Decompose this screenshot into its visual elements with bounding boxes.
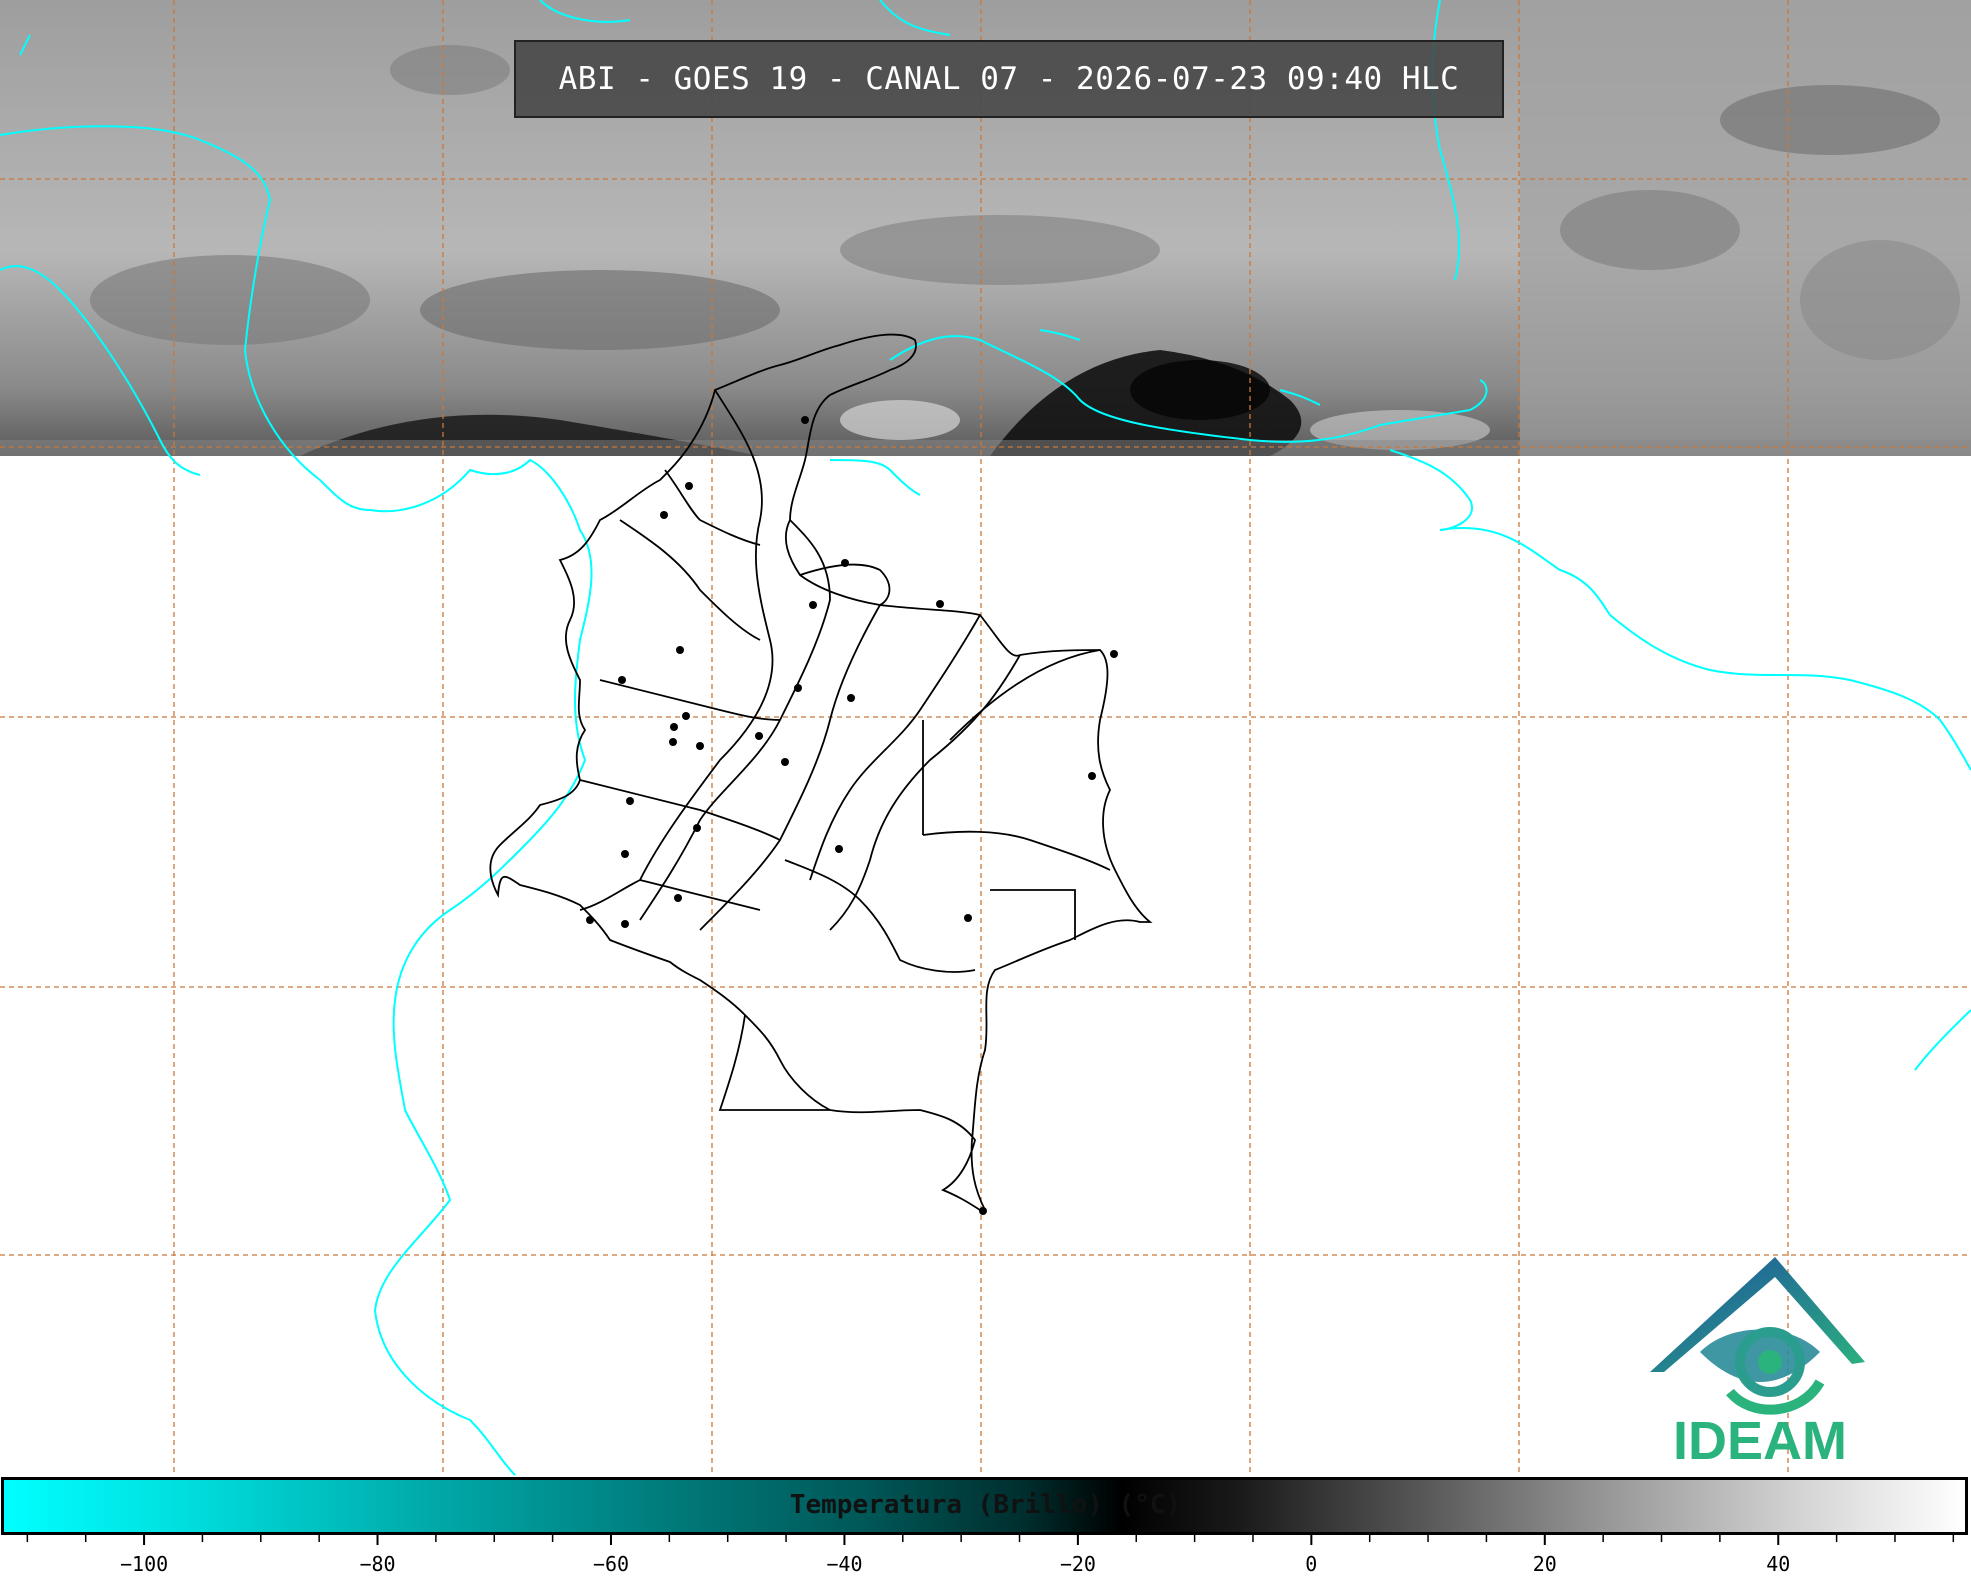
colorbar-tick-label: −40 [826,1552,862,1576]
image-title: ABI - GOES 19 - CANAL 07 - 2026-07-23 09… [514,40,1504,118]
colorbar-tick-label: 20 [1533,1552,1557,1576]
city-markers [586,416,1118,1215]
colombia-boundaries [489,333,1153,1214]
ideam-logo-text: IDEAM [1673,1411,1847,1471]
colorbar-tick-label: −60 [593,1552,629,1576]
colorbar-ticks: −100 −80 −60 −40 −20 0 20 40 [26,1535,1955,1576]
colorbar-label: Temperatura (Brillo) (°C) [789,1490,1182,1520]
colorbar-tick-label: −20 [1060,1552,1096,1576]
colorbar-tick-label: −100 [120,1552,168,1576]
colorbar-tick-label: 0 [1305,1552,1317,1576]
colorbar-tick-label: −80 [359,1552,395,1576]
colorbar-tick-label: 40 [1766,1552,1790,1576]
